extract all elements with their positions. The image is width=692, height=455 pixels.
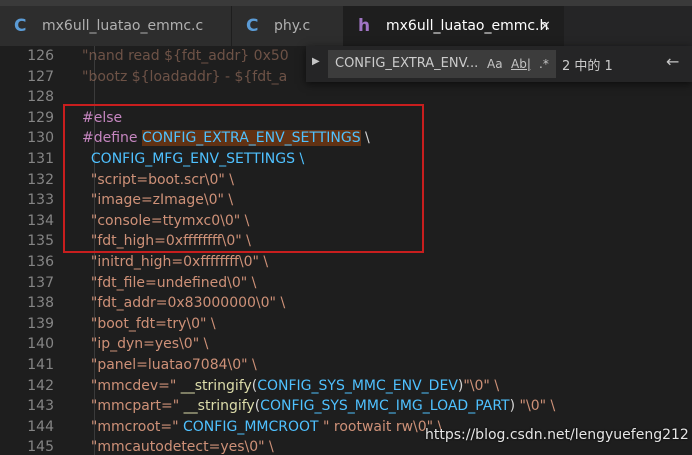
code-token: __stringify [183,398,255,415]
tab-label: phy.c [274,18,311,34]
line-number: 136 [27,254,54,270]
code-text: "mmcautodetect=yes\0" \ [82,437,274,455]
code-text: "mmcdev=" __stringify(CONFIG_SYS_MMC_ENV… [82,376,499,397]
whole-word-icon[interactable]: Ab| [511,57,531,71]
code-text: "fdt_file=undefined\0" \ [82,273,256,294]
line-number: 142 [27,377,54,394]
code-token: "\0" \ [463,377,500,394]
code-text: "mmcpart=" __stringify(CONFIG_SYS_MMC_IM… [82,396,555,417]
h-file-icon: h [358,16,371,36]
tab-phy-c[interactable]: C phy.c [232,6,344,46]
line-number: 135 [27,233,54,250]
line-number: 131 [27,151,54,167]
find-input[interactable]: CONFIG_EXTRA_ENV... Aa Ab| .* [328,50,556,78]
c-file-icon: C [246,16,259,36]
code-token: " rootwait rw\0" \ [318,418,443,435]
code-text: "bootz ${loadaddr} - ${fdt_a [82,67,287,88]
code-token: "boot_fdt=try\0" \ [82,315,216,332]
line-number: 139 [27,315,54,332]
code-text: "initrd_high=0xffffffff\0" \ [82,252,268,273]
code-token: "fdt_addr=0x83000000\0" \ [82,295,286,312]
code-token: "mmcdev=" [82,377,181,394]
line-number: 126 [27,48,54,64]
code-token: "ip_dyn=yes\0" \ [82,336,209,353]
code-line: 140 "ip_dyn=yes\0" \ [0,334,692,355]
highlight-box [63,104,424,253]
find-input-value: CONFIG_EXTRA_ENV... [335,56,479,71]
code-token: "initrd_high=0xffffffff\0" \ [82,254,269,270]
tab-bar: C mx6ull_luatao_emmc.c C phy.c h mx6ull_… [0,6,692,46]
line-number: 134 [27,212,54,229]
line-number: 143 [27,398,54,415]
code-text: "mmcroot=" CONFIG_MMCROOT " rootwait rw\… [82,417,442,438]
expand-replace-icon[interactable]: ▶ [312,56,320,67]
tab-mx6ull-luatao-emmc-c[interactable]: C mx6ull_luatao_emmc.c [0,6,232,46]
code-token: CONFIG_SYS_MMC_ENV_DEV [257,377,458,394]
code-token: __stringify [180,377,252,394]
code-token: "panel=luatao7084\0" \ [82,357,257,373]
line-number: 137 [27,274,54,291]
code-line: 137 "fdt_file=undefined\0" \ [0,273,692,294]
line-number: 133 [27,192,54,209]
match-count: 2 中的 1 [562,59,613,74]
code-text: "nand read ${fdt_addr} 0x50 [82,46,289,67]
code-token: "bootz ${loadaddr} - ${fdt_a [82,68,288,85]
code-token: "nand read ${fdt_addr} 0x50 [82,48,289,64]
code-token: CONFIG_MMCROOT [183,418,319,435]
code-token: CONFIG_SYS_MMC_IMG_LOAD_PART [260,398,510,415]
line-number: 141 [27,357,54,373]
regex-icon[interactable]: .* [539,57,549,71]
match-case-icon[interactable]: Aa [487,57,503,71]
code-token: ) [509,398,520,415]
c-file-icon: C [14,16,27,36]
tab-label: mx6ull_luatao_emmc.h [386,18,549,34]
close-icon[interactable]: × [539,18,551,34]
code-text: "fdt_addr=0x83000000\0" \ [82,293,285,314]
code-token: "fdt_file=undefined\0" \ [82,274,257,291]
line-number: 130 [27,130,54,147]
code-text: "panel=luatao7084\0" \ [82,355,257,376]
code-text: "boot_fdt=try\0" \ [82,314,216,335]
tab-mx6ull-luatao-emmc-h[interactable]: h mx6ull_luatao_emmc.h × [344,6,564,46]
code-text: "ip_dyn=yes\0" \ [82,334,208,355]
line-number: 127 [27,68,54,85]
line-number: 138 [27,295,54,312]
line-number: 144 [27,418,54,435]
tab-label: mx6ull_luatao_emmc.c [42,18,204,34]
code-line: 143 "mmcpart=" __stringify(CONFIG_SYS_MM… [0,396,692,417]
code-token: "mmcautodetect=yes\0" \ [82,439,274,455]
code-line: 141 "panel=luatao7084\0" \ [0,355,692,376]
code-line: 138 "fdt_addr=0x83000000\0" \ [0,293,692,314]
find-widget: ▶ CONFIG_EXTRA_ENV... Aa Ab| .* 2 中的 1 ← [306,46,692,82]
code-token: "mmcroot=" [82,418,184,435]
line-number: 140 [27,336,54,353]
line-number: 145 [27,439,54,455]
watermark: https://blog.csdn.net/lengyuefeng212 [425,427,689,443]
line-number: 128 [27,89,54,106]
line-number: 132 [27,171,54,188]
previous-match-icon[interactable]: ← [666,52,679,71]
code-token: "mmcpart=" [82,398,184,415]
code-token: "\0" \ [519,398,556,415]
line-number: 129 [27,109,54,126]
code-line: 136 "initrd_high=0xffffffff\0" \ [0,252,692,273]
code-line: 142 "mmcdev=" __stringify(CONFIG_SYS_MMC… [0,376,692,397]
code-line: 139 "boot_fdt=try\0" \ [0,314,692,335]
